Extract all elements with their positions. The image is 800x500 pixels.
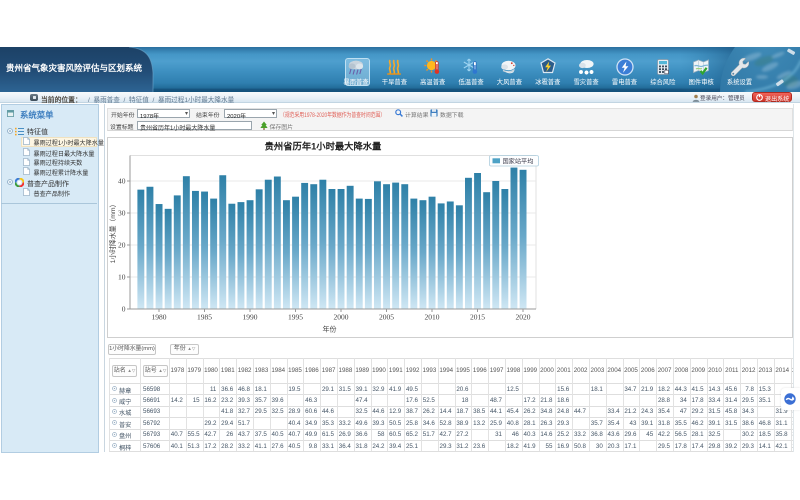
svg-text:2015: 2015 <box>470 313 485 322</box>
svg-text:2000: 2000 <box>334 313 349 322</box>
svg-text:2010: 2010 <box>425 313 440 322</box>
svg-text:20: 20 <box>118 241 126 250</box>
svg-text:1小时降水量（mm）: 1小时降水量（mm） <box>108 201 117 264</box>
svg-text:1995: 1995 <box>288 313 303 322</box>
svg-text:贵州省历年1小时最大降水量: 贵州省历年1小时最大降水量 <box>265 141 382 152</box>
svg-text:30: 30 <box>118 209 126 218</box>
svg-text:2005: 2005 <box>379 313 394 322</box>
svg-text:1990: 1990 <box>243 313 258 322</box>
svg-text:2020: 2020 <box>516 313 531 322</box>
svg-text:0: 0 <box>122 305 126 314</box>
svg-text:40: 40 <box>118 177 126 186</box>
svg-text:1985: 1985 <box>197 313 212 322</box>
svg-text:1980: 1980 <box>152 313 167 322</box>
svg-text:国家站平均: 国家站平均 <box>503 157 534 165</box>
svg-text:年份: 年份 <box>323 325 337 334</box>
svg-text:10: 10 <box>118 273 126 282</box>
